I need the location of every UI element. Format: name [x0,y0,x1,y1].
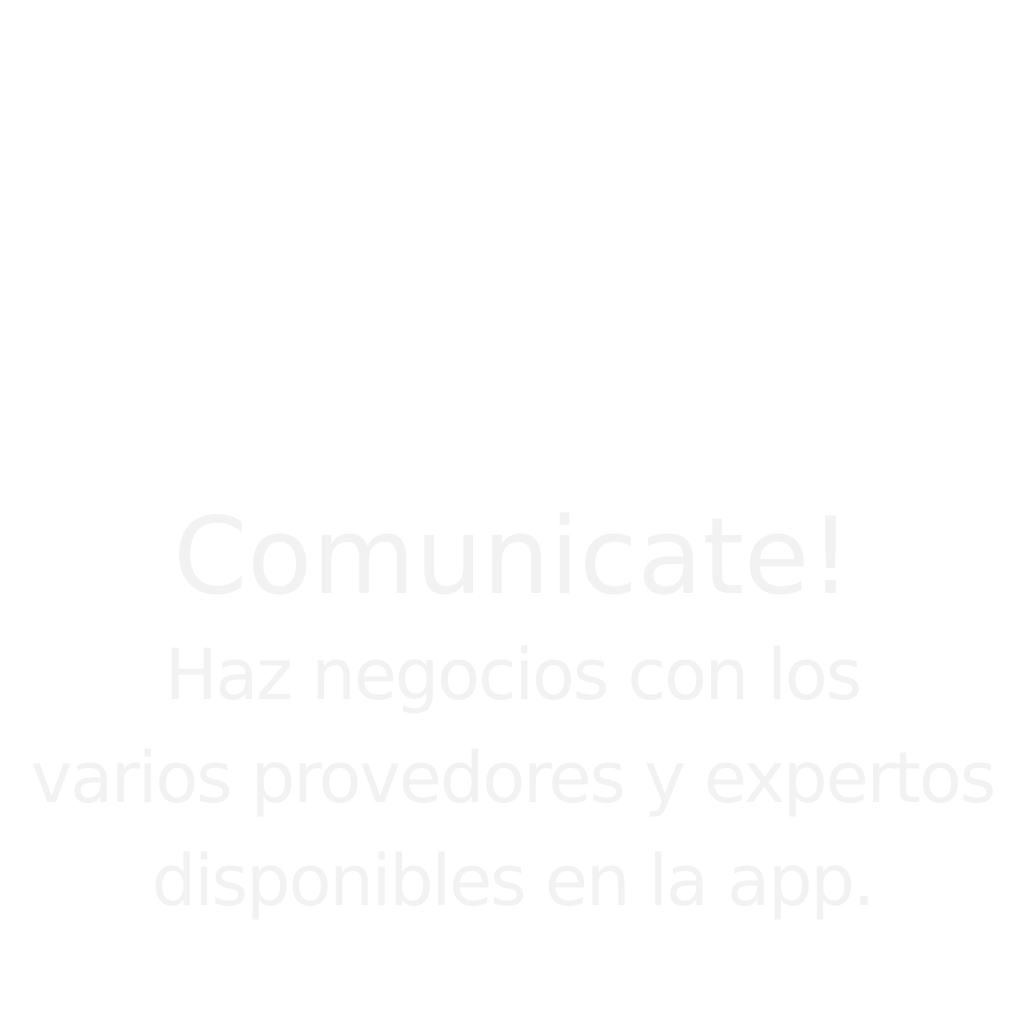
description-line-2: varios provedores y expertos [30,737,996,819]
slide-title: Comunicate! [173,495,852,618]
onboarding-slide: Comunicate! Haz negocios con los varios … [0,0,1025,1029]
slide-description: Haz negocios con los varios provedores y… [0,624,1025,933]
description-line-1: Haz negocios con los [164,634,862,716]
description-line-3: disponibles en la app. [151,840,875,922]
